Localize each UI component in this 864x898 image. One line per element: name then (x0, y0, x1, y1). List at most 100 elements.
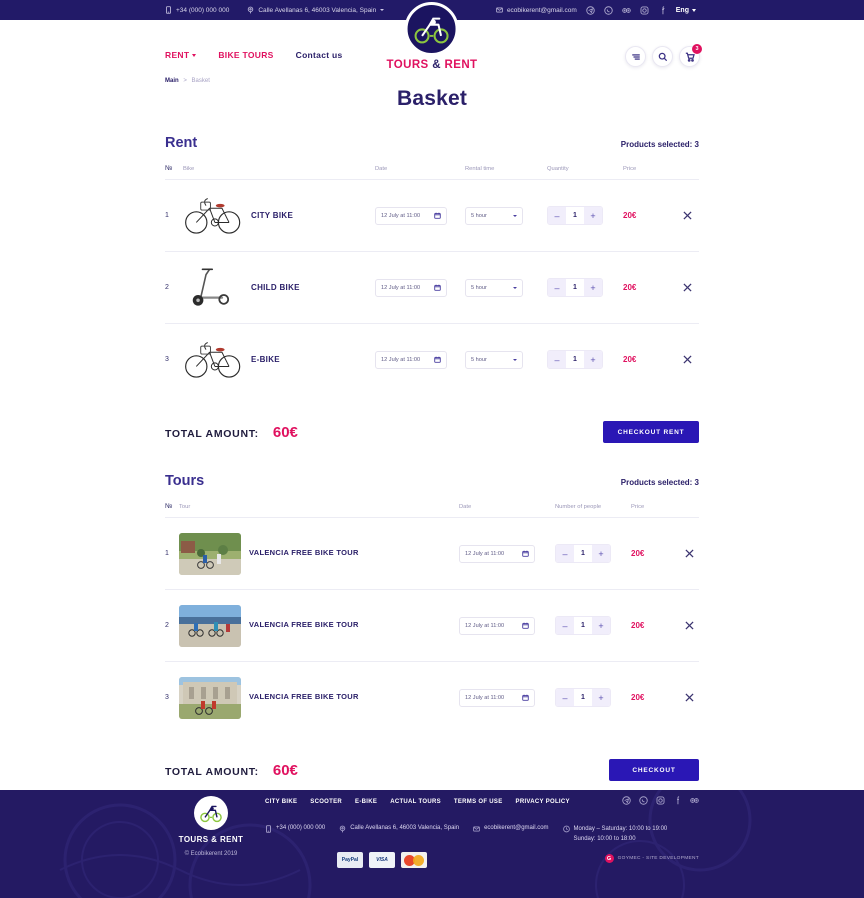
footer-phone[interactable]: +34 (000) 000 000 (265, 825, 325, 833)
rent-col-bike: Bike (183, 165, 195, 172)
quantity-increase-button[interactable]: + (584, 351, 602, 368)
footer-email[interactable]: ecobikerent@gmail.com (473, 825, 549, 833)
footer-links: CITY BIKE SCOOTER E-BIKE ACTUAL TOURS TE… (265, 799, 570, 805)
tours-col-date: Date (459, 503, 472, 510)
quantity-decrease-button[interactable]: – (548, 279, 566, 296)
footer-address[interactable]: Calle Avellanas 6, 46003 Valencia, Spain (339, 825, 459, 833)
remove-item-button[interactable] (684, 548, 695, 559)
table-row: 3 E-BIKE 12 July at 11:00 5 hour – 1 + 2… (165, 323, 699, 395)
row-rental-time: 5 hour (465, 278, 547, 297)
eco-scooter-icon (200, 805, 222, 823)
remove-item-button[interactable] (682, 210, 693, 221)
footer-link-e-bike[interactable]: E-BIKE (355, 799, 377, 805)
facebook-icon[interactable] (673, 796, 682, 805)
date-value: 12 July at 11:00 (465, 550, 505, 557)
topbar-phone[interactable]: +34 (000) 000 000 (165, 6, 229, 14)
people-increase-button[interactable]: + (592, 545, 610, 562)
quantity-value[interactable]: 1 (566, 351, 584, 368)
header-actions: 3 (625, 44, 702, 67)
instagram-icon[interactable] (656, 796, 665, 805)
footer-logo[interactable]: TOURS & RENT © Ecobikerent 2019 (165, 796, 257, 857)
quantity-increase-button[interactable]: + (584, 207, 602, 224)
remove-item-button[interactable] (682, 282, 693, 293)
language-selector[interactable]: Eng (676, 7, 696, 14)
row-price: 20€ (631, 549, 645, 558)
nav-item-bike-tours[interactable]: BIKE TOURS (218, 50, 273, 60)
date-picker[interactable]: 12 July at 11:00 (375, 206, 447, 225)
row-date: 12 July at 11:00 (459, 616, 555, 635)
people-value[interactable]: 1 (574, 689, 592, 706)
city-bike-image (183, 191, 245, 241)
nav-item-rent[interactable]: RENT (165, 50, 197, 60)
rental-time-select[interactable]: 5 hour (465, 278, 523, 297)
people-value[interactable]: 1 (574, 617, 592, 634)
telegram-icon[interactable] (622, 796, 631, 805)
date-value: 12 July at 11:00 (381, 356, 421, 363)
instagram-icon[interactable] (640, 6, 649, 15)
calendar-icon (522, 622, 529, 629)
rental-time-select[interactable]: 5 hour (465, 206, 523, 225)
remove-item-button[interactable] (682, 354, 693, 365)
date-picker[interactable]: 12 July at 11:00 (459, 544, 535, 563)
facebook-icon[interactable] (658, 5, 667, 15)
footer-developer-text: GOYMEC - SITE DEVELOPMENT (617, 856, 699, 861)
checkout-rent-button[interactable]: CHECKOUT RENT (603, 421, 699, 443)
quantity-value[interactable]: 1 (566, 207, 584, 224)
topbar-address[interactable]: Calle Avellanas 6, 46003 Valencia, Spain (247, 6, 385, 14)
people-decrease-button[interactable]: – (556, 545, 574, 562)
tours-table-header: № Tour Date Number of people Price (165, 503, 699, 517)
quantity-decrease-button[interactable]: – (548, 351, 566, 368)
telegram-icon[interactable] (586, 5, 595, 15)
menu-button[interactable] (625, 46, 646, 67)
site-logo[interactable]: TOURS & RENT (387, 2, 478, 71)
calendar-icon (522, 550, 529, 557)
date-picker[interactable]: 12 July at 11:00 (375, 350, 447, 369)
search-button[interactable] (652, 46, 673, 67)
row-product: CITY BIKE (183, 191, 375, 241)
footer-link-privacy-policy[interactable]: PRIVACY POLICY (516, 799, 570, 805)
cart-button[interactable]: 3 (679, 44, 702, 67)
table-row: 2 VALENCIA FREE BIKE TOUR 12 July at 11:… (165, 589, 699, 661)
tripadvisor-icon[interactable] (690, 796, 699, 805)
breadcrumb-main[interactable]: Main (165, 78, 179, 84)
people-increase-button[interactable]: + (592, 617, 610, 634)
chevron-down-icon (513, 214, 517, 217)
breadcrumb: Main > Basket (165, 78, 210, 84)
date-picker[interactable]: 12 July at 11:00 (375, 278, 447, 297)
people-decrease-button[interactable]: – (556, 617, 574, 634)
nav-item-contact-us[interactable]: Contact us (296, 50, 343, 60)
tour-thumbnail (179, 532, 241, 575)
mail-icon (473, 825, 480, 833)
row-date: 12 July at 11:00 (375, 350, 465, 369)
remove-item-button[interactable] (684, 620, 695, 631)
footer-developer[interactable]: G GOYMEC - SITE DEVELOPMENT (604, 854, 699, 863)
people-decrease-button[interactable]: – (556, 689, 574, 706)
paypal-icon: PayPal (337, 852, 363, 868)
tripadvisor-icon[interactable] (622, 6, 631, 15)
rental-time-value: 5 hour (471, 284, 487, 291)
site-footer: TOURS & RENT © Ecobikerent 2019 CITY BIK… (0, 790, 864, 898)
quantity-stepper: – 1 + (547, 278, 603, 297)
quantity-value[interactable]: 1 (566, 279, 584, 296)
footer-link-scooter[interactable]: SCOOTER (310, 799, 342, 805)
remove-item-button[interactable] (684, 692, 695, 703)
people-value[interactable]: 1 (574, 545, 592, 562)
date-picker[interactable]: 12 July at 11:00 (459, 688, 535, 707)
quantity-increase-button[interactable]: + (584, 279, 602, 296)
chevron-down-icon (692, 8, 696, 12)
date-picker[interactable]: 12 July at 11:00 (459, 616, 535, 635)
language-label: Eng (675, 6, 689, 14)
location-pin-icon (247, 6, 254, 14)
whatsapp-icon[interactable] (604, 5, 613, 15)
quantity-decrease-button[interactable]: – (548, 207, 566, 224)
checkout-button[interactable]: CHECKOUT (609, 759, 699, 781)
topbar-email[interactable]: ecobikerent@gmail.com (496, 6, 577, 14)
rental-time-select[interactable]: 5 hour (465, 350, 523, 369)
whatsapp-icon[interactable] (639, 796, 648, 805)
footer-link-actual-tours[interactable]: ACTUAL TOURS (390, 799, 441, 805)
footer-link-city-bike[interactable]: CITY BIKE (265, 799, 297, 805)
row-quantity: – 1 + (547, 350, 623, 369)
people-increase-button[interactable]: + (592, 689, 610, 706)
footer-link-terms-of-use[interactable]: TERMS OF USE (454, 799, 503, 805)
mail-icon (496, 6, 503, 14)
